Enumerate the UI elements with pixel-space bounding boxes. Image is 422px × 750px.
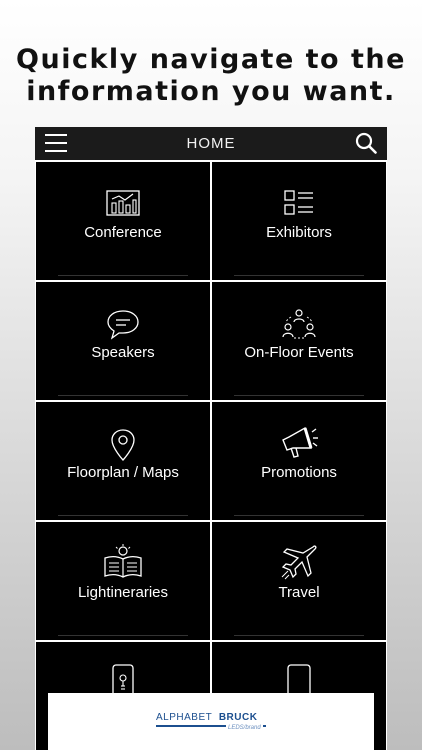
list-grid-icon — [284, 190, 313, 215]
presentation-chart-icon — [106, 190, 140, 216]
tile-floorplan-maps[interactable]: Floorplan / Maps — [36, 402, 210, 520]
tile-label: Promotions — [261, 464, 337, 481]
chat-bubble-icon — [107, 310, 139, 340]
tile-label: Travel — [278, 584, 320, 601]
hamburger-menu-icon[interactable] — [45, 134, 67, 153]
search-icon[interactable] — [355, 132, 377, 154]
tile-exhibitors[interactable]: Exhibitors — [212, 162, 386, 280]
logo-tagline: LEDS/brand — [226, 725, 263, 731]
tile-conference[interactable]: Conference — [36, 162, 210, 280]
tile-label: Floorplan / Maps — [67, 464, 179, 481]
tile-label: Lightineraries — [77, 584, 169, 601]
alphabet-bruck-logo[interactable]: ALPHABET BRUCK LEDS/brand — [156, 712, 276, 731]
logo-part-1: ALPHABET — [156, 712, 213, 723]
app-screen: HOME Conference Exhibitors Speakers On-F… — [35, 127, 387, 750]
megaphone-icon — [282, 426, 318, 458]
tile-lightineraries[interactable]: Lightineraries — [36, 522, 210, 640]
headline-line-2: information you want. — [26, 76, 396, 107]
airplane-icon — [281, 545, 317, 580]
tile-travel[interactable]: Travel — [212, 522, 386, 640]
promo-headline: Quickly navigate to the information you … — [0, 44, 422, 108]
top-navigation-bar: HOME — [35, 127, 387, 160]
tile-label: On-Floor Events — [244, 344, 354, 361]
book-lightbulb-icon — [104, 544, 142, 578]
tile-speakers[interactable]: Speakers — [36, 282, 210, 400]
people-network-icon — [282, 309, 316, 339]
tile-label: Speakers — [91, 344, 155, 361]
tile-on-floor-events[interactable]: On-Floor Events — [212, 282, 386, 400]
map-pin-icon — [111, 429, 135, 461]
page-title: HOME — [186, 135, 236, 152]
headline-line-1: Quickly navigate to the — [16, 44, 406, 75]
logo-part-2: BRUCK — [218, 712, 258, 723]
tile-promotions[interactable]: Promotions — [212, 402, 386, 520]
tile-label: Exhibitors — [266, 224, 332, 241]
tile-label: Conference — [84, 224, 162, 241]
sponsor-footer: ALPHABET BRUCK LEDS/brand — [48, 693, 374, 750]
